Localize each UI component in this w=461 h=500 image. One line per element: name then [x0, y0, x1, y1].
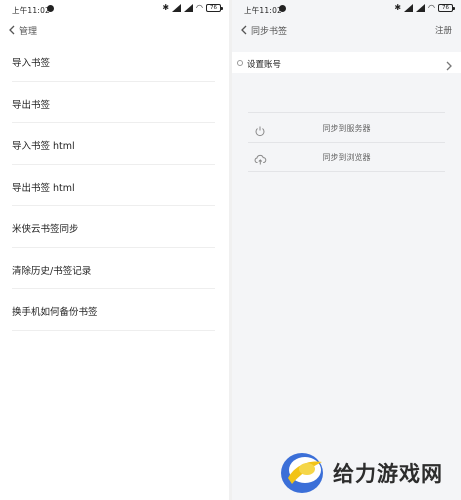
menu-item-label: 导入书签 — [12, 58, 51, 69]
bluetooth-icon: ✱ — [162, 3, 170, 12]
status-time: 上午11:02 — [244, 6, 283, 15]
watermark-logo-icon — [278, 448, 326, 496]
sync-option-label: 同步到服务器 — [322, 124, 371, 133]
account-label: 设置账号 — [247, 60, 282, 70]
menu-item-import-html[interactable]: 导入书签 html — [0, 123, 229, 165]
status-icons: ✱ ◠ 76 — [162, 3, 223, 12]
battery-icon: 76 — [438, 4, 455, 12]
signal-icon — [416, 4, 426, 12]
menu-item-label: 清除历史/书签记录 — [12, 265, 92, 277]
menu-item-clear-history[interactable]: 清除历史/书签记录 — [0, 248, 229, 289]
page-title: 管理 — [19, 27, 38, 37]
status-time: 上午11:02 — [12, 6, 51, 15]
notification-icon — [47, 5, 54, 12]
menu-item-cloud-sync[interactable]: 米侠云书签同步 — [0, 206, 229, 248]
menu-item-import-bookmarks[interactable]: 导入书签 — [0, 40, 229, 82]
status-icons: ✱ ◠ 76 — [394, 3, 455, 12]
menu-item-export-bookmarks[interactable]: 导出书签 — [0, 82, 229, 123]
sync-to-browser-button[interactable]: 同步到浏览器 — [248, 144, 445, 170]
status-bar: 上午11:02 ✱ ◠ 76 — [0, 0, 229, 18]
chevron-right-icon — [445, 57, 455, 71]
divider — [248, 142, 445, 143]
page-title: 同步书签 — [251, 27, 288, 37]
menu-item-label: 换手机如何备份书签 — [12, 307, 98, 318]
menu-item-label: 米侠云书签同步 — [12, 224, 79, 235]
menu-item-label: 导出书签 html — [12, 182, 75, 194]
wifi-icon: ◠ — [196, 3, 203, 12]
nav-bar: 管理 — [0, 20, 229, 40]
signal-icon — [184, 4, 194, 12]
notification-icon — [279, 5, 286, 12]
menu-item-backup-guide[interactable]: 换手机如何备份书签 — [0, 289, 229, 331]
divider — [248, 112, 445, 113]
menu-item-label: 导入书签 html — [12, 141, 75, 152]
wifi-icon: ◠ — [428, 3, 435, 12]
signal-icon — [404, 4, 414, 12]
battery-icon: 76 — [206, 4, 223, 12]
nav-bar: 同步书签 注册 — [232, 20, 461, 40]
account-dot-icon — [237, 60, 243, 66]
status-bar: 上午11:02 ✱ ◠ 76 — [232, 0, 461, 18]
sync-bookmarks-screen: 上午11:02 ✱ ◠ 76 同步书签 注册 设置账号 同步到服务器 同步到浏览… — [232, 0, 461, 500]
sync-to-server-button[interactable]: 同步到服务器 — [248, 115, 445, 141]
divider — [12, 329, 215, 331]
register-button[interactable]: 注册 — [435, 24, 452, 36]
watermark-text: 给力游戏网 — [333, 462, 443, 486]
site-watermark: 给力游戏网 — [278, 448, 458, 496]
sync-option-label: 同步到浏览器 — [322, 153, 371, 162]
menu-item-export-html[interactable]: 导出书签 html — [0, 165, 229, 206]
signal-icon — [172, 4, 182, 12]
divider — [248, 171, 445, 172]
manage-menu: 导入书签 导出书签 导入书签 html 导出书签 html 米侠云书签同步 清除… — [0, 40, 229, 331]
menu-item-label: 导出书签 — [12, 99, 51, 111]
bluetooth-icon: ✱ — [394, 3, 402, 12]
manage-screen: 上午11:02 ✱ ◠ 76 管理 导入书签 导出书签 导入书签 html 导出… — [0, 0, 229, 500]
set-account-row[interactable]: 设置账号 — [232, 52, 461, 73]
